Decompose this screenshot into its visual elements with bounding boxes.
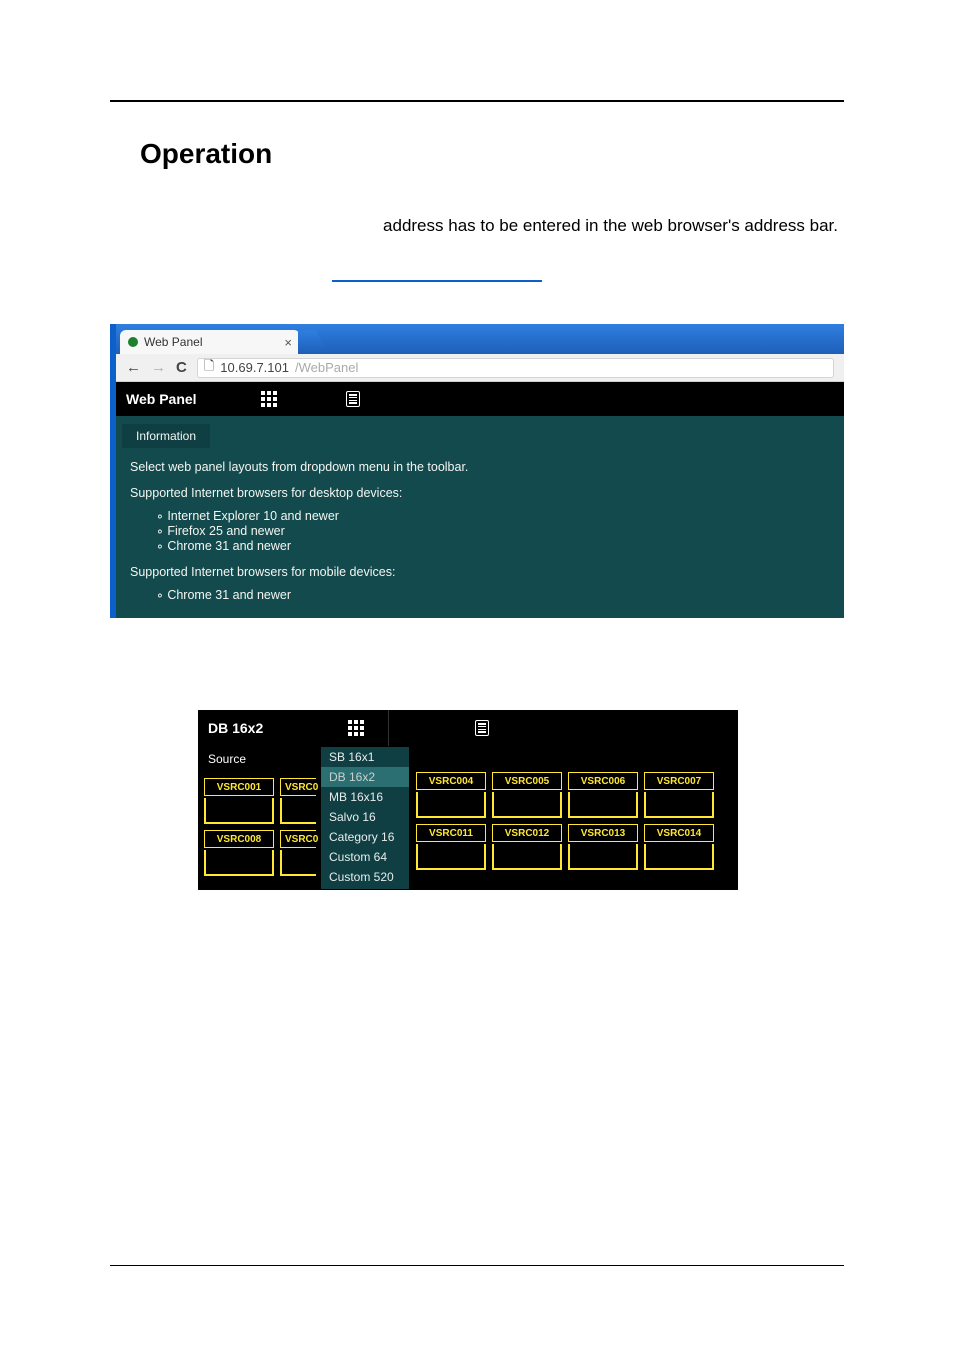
reload-icon[interactable]: C bbox=[176, 359, 187, 376]
favicon-icon bbox=[128, 337, 138, 347]
browser-screenshot: Web Panel × ← → C 🗋 10.69.7.101/WebPanel… bbox=[110, 324, 844, 618]
info-line-1: Select web panel layouts from dropdown m… bbox=[130, 460, 830, 474]
source-slot[interactable] bbox=[416, 844, 486, 870]
source-button[interactable]: VSRC014 bbox=[644, 824, 714, 842]
source-slot[interactable] bbox=[204, 798, 274, 824]
source-button[interactable]: VSRC001 bbox=[204, 778, 274, 796]
back-icon[interactable]: ← bbox=[126, 359, 141, 376]
panel2-toolbar: DB 16x2 bbox=[198, 710, 738, 746]
source-button[interactable]: VSRC005 bbox=[492, 772, 562, 790]
layout-grid-icon[interactable] bbox=[257, 387, 281, 411]
page-heading: Operation bbox=[140, 138, 844, 170]
webpanel-toolbar: Web Panel bbox=[116, 382, 844, 416]
layout-list-icon[interactable] bbox=[341, 387, 365, 411]
source-slot[interactable] bbox=[492, 792, 562, 818]
info-line-2: Supported Internet browsers for desktop … bbox=[130, 486, 830, 500]
source-label: Source bbox=[198, 746, 306, 772]
dropdown-item[interactable]: Custom 64 bbox=[321, 847, 409, 867]
source-button[interactable]: VSRC008 bbox=[204, 830, 274, 848]
source-slot[interactable] bbox=[492, 844, 562, 870]
source-button[interactable]: VSRC011 bbox=[416, 824, 486, 842]
tab-title: Web Panel bbox=[144, 335, 202, 349]
layout-list-icon[interactable] bbox=[449, 710, 515, 746]
source-slot[interactable] bbox=[204, 850, 274, 876]
source-slot-partial bbox=[280, 850, 316, 876]
source-button[interactable]: VSRC004 bbox=[416, 772, 486, 790]
intro-fragment: address has to be entered in the web bro… bbox=[110, 216, 844, 236]
tab-close-icon[interactable]: × bbox=[284, 335, 292, 350]
source-button[interactable]: VSRC006 bbox=[568, 772, 638, 790]
source-button-partial[interactable]: VSRC0 bbox=[280, 830, 316, 848]
source-slot[interactable] bbox=[644, 844, 714, 870]
dropdown-item[interactable]: SB 16x1 bbox=[321, 747, 409, 767]
source-slot[interactable] bbox=[416, 792, 486, 818]
url-path: /WebPanel bbox=[295, 360, 358, 375]
list-item: Internet Explorer 10 and newer bbox=[156, 508, 844, 523]
source-slot[interactable] bbox=[568, 844, 638, 870]
info-line-3: Supported Internet browsers for mobile d… bbox=[130, 565, 830, 579]
source-slot-partial bbox=[280, 798, 316, 824]
layout-dropdown-screenshot: DB 16x2 Source VSRC001 VSR bbox=[198, 710, 738, 890]
source-button[interactable]: VSRC013 bbox=[568, 824, 638, 842]
webpanel-body: Information Select web panel layouts fro… bbox=[116, 416, 844, 618]
list-item: Chrome 31 and newer bbox=[156, 538, 844, 553]
source-slot[interactable] bbox=[568, 792, 638, 818]
url-host: 10.69.7.101 bbox=[220, 360, 289, 375]
dropdown-item-selected[interactable]: DB 16x2 bbox=[321, 767, 409, 787]
mobile-browser-list: Chrome 31 and newer bbox=[156, 587, 844, 602]
url-input[interactable]: 🗋 10.69.7.101/WebPanel bbox=[197, 358, 834, 378]
list-item: Chrome 31 and newer bbox=[156, 587, 844, 602]
dropdown-item[interactable]: Salvo 16 bbox=[321, 807, 409, 827]
forward-icon[interactable]: → bbox=[151, 359, 166, 376]
blue-divider bbox=[332, 280, 542, 282]
page-icon: 🗋 bbox=[204, 357, 214, 379]
browser-tab[interactable]: Web Panel × bbox=[120, 330, 300, 354]
desktop-browser-list: Internet Explorer 10 and newer Firefox 2… bbox=[156, 508, 844, 553]
layout-dropdown[interactable]: SB 16x1 DB 16x2 MB 16x16 Salvo 16 Catego… bbox=[320, 746, 410, 890]
address-bar: ← → C 🗋 10.69.7.101/WebPanel bbox=[116, 354, 844, 382]
dropdown-item[interactable]: MB 16x16 bbox=[321, 787, 409, 807]
tab-decoration bbox=[298, 330, 328, 354]
list-item: Firefox 25 and newer bbox=[156, 523, 844, 538]
source-button[interactable]: VSRC012 bbox=[492, 824, 562, 842]
browser-tabbar: Web Panel × bbox=[116, 324, 844, 354]
panel2-title: DB 16x2 bbox=[208, 720, 263, 736]
button-grid: VSRC004 VSRC005 VSRC006 VSRC007 VSRC011 … bbox=[410, 746, 738, 890]
information-tab[interactable]: Information bbox=[122, 424, 210, 448]
layout-grid-icon[interactable] bbox=[323, 710, 389, 746]
dropdown-item[interactable]: Custom 520 bbox=[321, 867, 409, 887]
source-button-partial[interactable]: VSRC0 bbox=[280, 778, 316, 796]
dropdown-item[interactable]: Category 16 bbox=[321, 827, 409, 847]
source-button[interactable]: VSRC007 bbox=[644, 772, 714, 790]
source-slot[interactable] bbox=[644, 792, 714, 818]
webpanel-title: Web Panel bbox=[126, 391, 197, 407]
